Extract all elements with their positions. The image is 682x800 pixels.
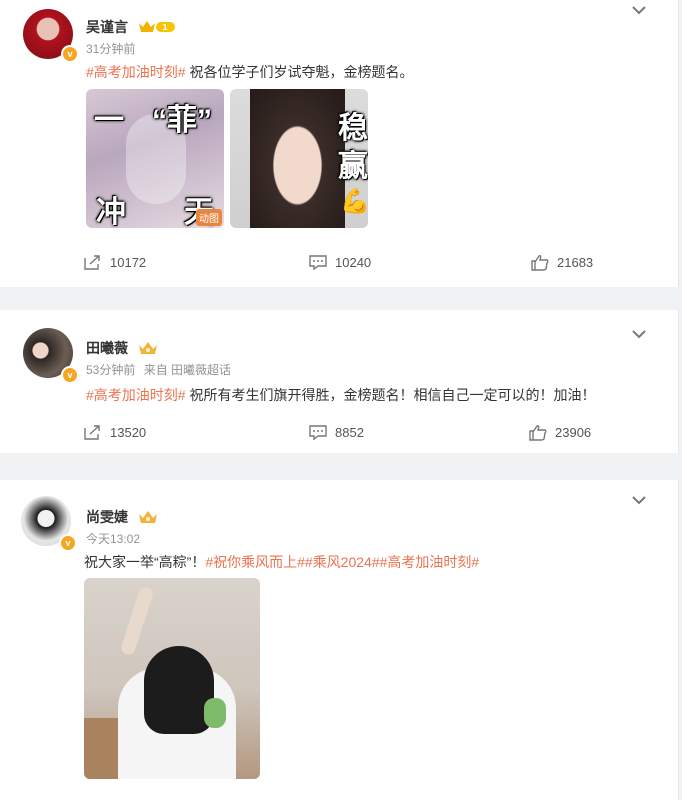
post-source[interactable]: 来自 田曦薇超话 [144,363,231,377]
post-body: 祝所有考生们旗开得胜，金榜题名！相信自己一定可以的！加油！ [189,387,596,403]
verified-badge: v [61,45,79,63]
image-caption: 赢 [338,150,368,183]
post-image[interactable]: 稳 赢 💪 [230,89,368,228]
image-caption: “菲” [152,104,212,137]
forward-count: 13520 [110,424,147,440]
comment-count: 8852 [335,424,364,440]
image-caption: 一 [94,104,124,137]
author-name[interactable]: 吴谨言 1 [86,17,176,37]
post-time[interactable]: 31分钟前 [86,40,135,57]
comment-count: 10240 [335,254,372,270]
vip-crown-icon: 1 [138,20,176,37]
post-card: v 吴谨言 1 31分钟前 #高考加油时刻# 祝各位学子们岁试夺魁，金榜题名。 … [0,0,679,287]
comment-button[interactable]: 10240 [309,254,371,270]
like-count: 21683 [557,255,594,270]
like-count: 23906 [555,425,592,440]
post-card: v 尚雯婕 今天13:02 祝大家一举“高粽”！#祝你乘风而上##乘风2024#… [0,480,679,800]
like-button[interactable]: 23906 [529,424,591,441]
forward-icon [84,255,100,270]
action-bar: 10172 10240 21683 [0,254,678,274]
post-card: v 田曦薇 53分钟前 来自 田曦薇超话 #高考加油时刻# 祝所有考生们旗开得胜… [0,310,679,453]
like-icon [529,425,547,441]
comment-button[interactable]: 8852 [309,424,364,440]
comment-icon [309,425,327,440]
topic-link[interactable]: #祝你乘风而上##乘风2024##高考加油时刻# [205,554,479,570]
post-meta: 53分钟前 来自 田曦薇超话 [86,361,231,378]
chevron-down-icon[interactable] [630,4,648,16]
comment-icon [309,255,327,270]
like-icon [531,255,549,271]
post-body: 祝各位学子们岁试夺魁，金榜题名。 [189,64,414,80]
topic-link[interactable]: #高考加油时刻# [86,387,186,403]
forward-button[interactable]: 10172 [84,254,146,270]
author-name[interactable]: 田曦薇 [86,338,158,358]
verified-badge: v [61,366,79,384]
action-bar: 13520 8852 23906 [0,424,678,444]
gif-tag: 动图 [196,209,222,226]
post-text: 祝大家一举“高粽”！#祝你乘风而上##乘风2024##高考加油时刻# [84,552,479,572]
forward-count: 10172 [110,254,147,270]
like-button[interactable]: 21683 [531,254,593,271]
post-text: #高考加油时刻# 祝各位学子们岁试夺魁，金榜题名。 [86,62,413,82]
forward-button[interactable]: 13520 [84,424,146,440]
svg-text:1: 1 [162,23,168,32]
image-caption: 冲 [96,196,126,228]
muscle-icon: 💪 [340,188,368,215]
post-text: #高考加油时刻# 祝所有考生们旗开得胜，金榜题名！相信自己一定可以的！加油！ [86,385,595,405]
crown-icon [138,510,158,527]
chevron-down-icon[interactable] [630,328,648,340]
post-body: 祝大家一举“高粽”！ [84,554,206,570]
verified-badge: v [59,534,77,552]
topic-link[interactable]: #高考加油时刻# [86,64,186,80]
post-image[interactable]: 一 “菲” 冲 天 动图 [86,89,224,228]
post-time[interactable]: 今天13:02 [86,530,140,547]
post-image[interactable] [84,578,260,779]
post-time[interactable]: 53分钟前 [86,363,135,377]
chevron-down-icon[interactable] [630,494,648,506]
crown-icon [138,341,158,358]
author-name[interactable]: 尚雯婕 [86,507,158,527]
forward-icon [84,425,100,440]
